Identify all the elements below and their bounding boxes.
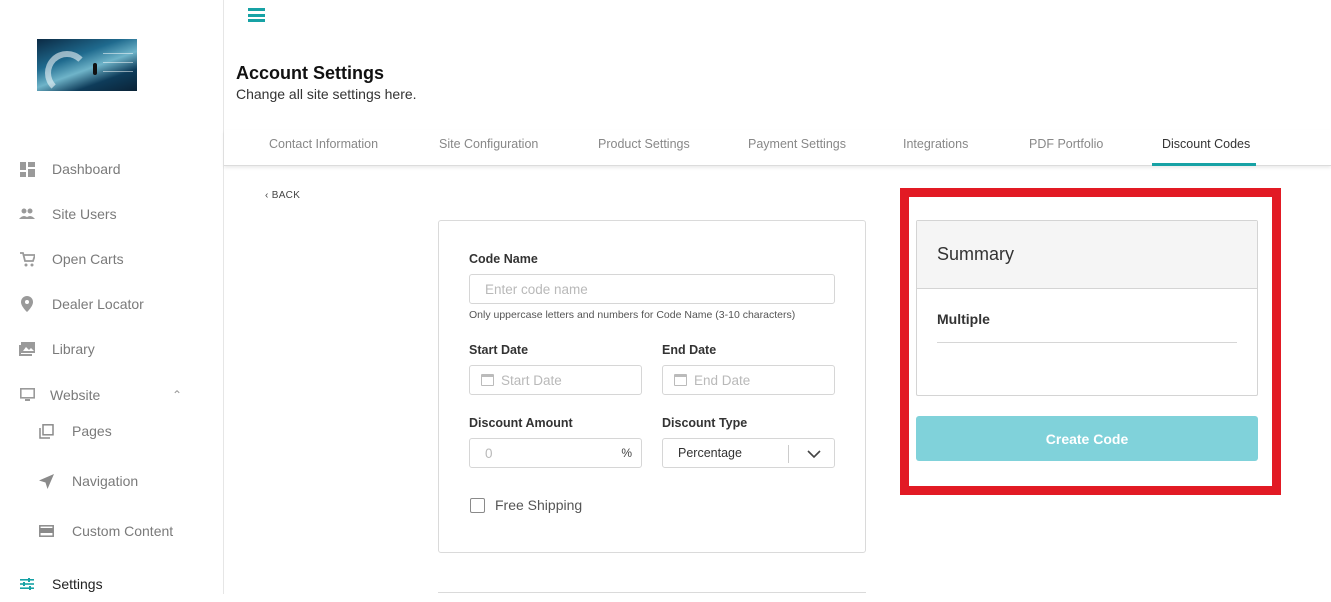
- sidebar-item-label: Open Carts: [52, 251, 124, 267]
- custom-content-icon: [38, 523, 54, 539]
- start-date-placeholder: Start Date: [501, 372, 562, 388]
- calendar-icon: [481, 374, 494, 386]
- sidebar-item-label: Dashboard: [52, 161, 121, 177]
- sidebar-item-library[interactable]: Library: [0, 334, 224, 364]
- site-logo[interactable]: [37, 39, 137, 91]
- sidebar-item-label: Navigation: [72, 473, 139, 489]
- summary-item: Multiple: [937, 311, 990, 327]
- sidebar: Dashboard Site Users Open Carts Dealer L…: [0, 0, 224, 594]
- sidebar-item-label: Dealer Locator: [52, 296, 144, 312]
- users-icon: [19, 206, 35, 222]
- summary-divider: [937, 342, 1237, 343]
- logo-surfer-graphic: [93, 63, 97, 75]
- sidebar-item-label: Settings: [52, 576, 103, 592]
- start-date-label: Start Date: [469, 343, 529, 357]
- active-tab-indicator: [1152, 163, 1256, 166]
- sidebar-item-settings[interactable]: Settings: [0, 569, 224, 599]
- back-label: BACK: [271, 190, 301, 201]
- settings-sliders-icon: [19, 576, 35, 592]
- sidebar-item-label: Website: [50, 387, 101, 403]
- location-pin-icon: [19, 296, 35, 312]
- code-name-hint: Only uppercase letters and numbers for C…: [469, 309, 796, 321]
- summary-panel: Summary Multiple: [916, 220, 1258, 396]
- start-date-input[interactable]: Start Date: [469, 365, 642, 395]
- sidebar-item-label: Pages: [72, 423, 112, 439]
- free-shipping-label[interactable]: Free Shipping: [495, 497, 582, 513]
- tab-payment-settings[interactable]: Payment Settings: [748, 137, 846, 151]
- discount-amount-label: Discount Amount: [469, 416, 573, 430]
- discount-type-select[interactable]: Percentage: [662, 438, 835, 468]
- discount-type-value: Percentage: [678, 446, 742, 460]
- chevron-up-icon[interactable]: ⌃: [172, 388, 182, 402]
- sidebar-item-dashboard[interactable]: Dashboard: [0, 154, 224, 184]
- summary-header: Summary: [917, 221, 1257, 289]
- percent-unit: %: [621, 446, 632, 460]
- page-subtitle: Change all site settings here.: [236, 86, 417, 102]
- end-date-label: End Date: [662, 343, 717, 357]
- settings-tabs: Contact Information Site Configuration P…: [224, 130, 1331, 166]
- chevron-left-icon: ‹: [265, 190, 269, 201]
- tab-discount-codes[interactable]: Discount Codes: [1162, 137, 1250, 151]
- dashboard-icon: [19, 161, 35, 177]
- sidebar-item-pages[interactable]: Pages: [0, 416, 224, 446]
- navigation-arrow-icon: [38, 473, 54, 489]
- code-name-label: Code Name: [469, 252, 538, 266]
- create-code-button[interactable]: Create Code: [916, 416, 1258, 461]
- tab-pdf-portfolio[interactable]: PDF Portfolio: [1029, 137, 1103, 151]
- photo-library-icon: [19, 341, 35, 357]
- end-date-input[interactable]: End Date: [662, 365, 835, 395]
- chevron-down-icon: [807, 445, 821, 462]
- discount-amount-input[interactable]: 0 %: [469, 438, 642, 468]
- select-separator: [788, 445, 789, 463]
- discount-type-label: Discount Type: [662, 416, 748, 430]
- tab-product-settings[interactable]: Product Settings: [598, 137, 690, 151]
- sidebar-item-site-users[interactable]: Site Users: [0, 199, 224, 229]
- monitor-icon: [19, 387, 35, 403]
- code-name-placeholder: Enter code name: [485, 281, 588, 297]
- sidebar-item-custom-content[interactable]: Custom Content: [0, 516, 224, 546]
- sidebar-item-label: Library: [52, 341, 95, 357]
- hamburger-menu-icon[interactable]: [248, 8, 265, 22]
- sidebar-item-website[interactable]: Website ⌃: [0, 380, 224, 410]
- pages-icon: [38, 423, 54, 439]
- code-name-input[interactable]: Enter code name: [469, 274, 835, 304]
- tab-site-configuration[interactable]: Site Configuration: [439, 137, 538, 151]
- sidebar-item-label: Site Users: [52, 206, 117, 222]
- summary-title: Summary: [937, 244, 1015, 264]
- free-shipping-checkbox[interactable]: [470, 498, 485, 513]
- discount-amount-placeholder: 0: [485, 445, 493, 461]
- tab-integrations[interactable]: Integrations: [903, 137, 968, 151]
- calendar-icon: [674, 374, 687, 386]
- page-title: Account Settings: [236, 63, 385, 83]
- end-date-placeholder: End Date: [694, 372, 751, 388]
- sidebar-item-label: Custom Content: [72, 523, 174, 539]
- sidebar-item-navigation[interactable]: Navigation: [0, 466, 224, 496]
- tab-contact-information[interactable]: Contact Information: [269, 137, 378, 151]
- cart-icon: [19, 251, 35, 267]
- sidebar-item-dealer-locator[interactable]: Dealer Locator: [0, 289, 224, 319]
- back-link[interactable]: ‹ BACK: [265, 190, 300, 201]
- logo-wave-graphic: [45, 51, 89, 91]
- sidebar-item-open-carts[interactable]: Open Carts: [0, 244, 224, 274]
- logo-script-graphic: [103, 45, 133, 85]
- discount-code-form: Code Name Enter code name Only uppercase…: [438, 220, 866, 553]
